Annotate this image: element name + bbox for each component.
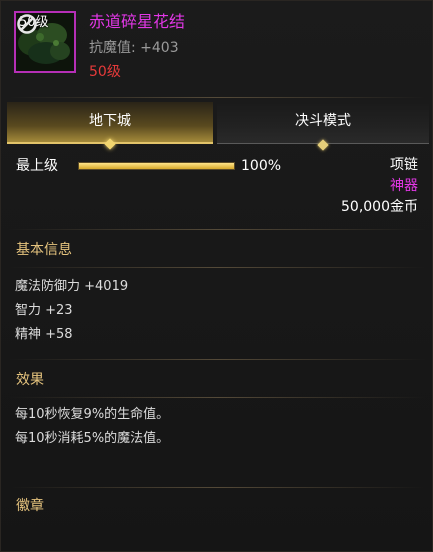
section-divider	[9, 359, 426, 360]
basic-stat-line: 精神 +58	[15, 327, 73, 342]
upgrade-progress-fill	[79, 163, 234, 169]
tab-pvp-label: 决斗模式	[295, 113, 351, 129]
item-slot: 项链	[390, 157, 418, 173]
effect-line: 每10秒恢复9%的生命值。	[15, 407, 170, 422]
required-level: 50级	[89, 64, 121, 80]
emblem-title: 徽章	[16, 498, 44, 514]
basic-info-title: 基本信息	[16, 242, 72, 258]
effects-divider	[9, 397, 426, 398]
item-price: 50,000金币	[341, 199, 418, 215]
tab-active-diamond-icon	[104, 138, 116, 150]
tab-dungeon[interactable]: 地下城	[7, 102, 213, 150]
basic-stat-line: 魔法防御力 +4019	[15, 279, 129, 294]
section-divider	[9, 229, 426, 230]
effect-line: 每10秒消耗5%的魔法值。	[15, 431, 170, 446]
item-name: 赤道碎星花结	[89, 12, 186, 31]
item-header: 50级 赤道碎星花结 抗魔值: +403 50级	[1, 1, 432, 93]
upgrade-progress-value: 100%	[241, 158, 282, 174]
item-primary-stat: 抗魔值: +403	[89, 40, 179, 56]
item-meta: 项链 神器 50,000金币	[341, 155, 418, 218]
mode-tabs: 地下城 决斗模式	[1, 102, 432, 151]
item-tooltip-panel: 50级 赤道碎星花结 抗魔值: +403 50级 地下城 决斗模式 最上级 10…	[0, 0, 433, 552]
tab-dungeon-label: 地下城	[89, 113, 131, 129]
upgrade-progress-label: 最上级	[16, 158, 58, 174]
basic-stat-line: 智力 +23	[15, 303, 73, 318]
basic-info-divider	[9, 267, 426, 268]
item-rarity: 神器	[390, 178, 418, 194]
tab-pvp[interactable]: 决斗模式	[217, 102, 429, 151]
section-divider	[9, 487, 426, 488]
upgrade-progress-bar	[78, 162, 235, 170]
header-divider	[9, 97, 426, 98]
no-entry-icon	[17, 14, 37, 34]
effects-title: 效果	[16, 372, 44, 388]
item-icon-frame[interactable]: 50级	[14, 11, 76, 73]
tab-diamond-icon	[317, 139, 329, 151]
